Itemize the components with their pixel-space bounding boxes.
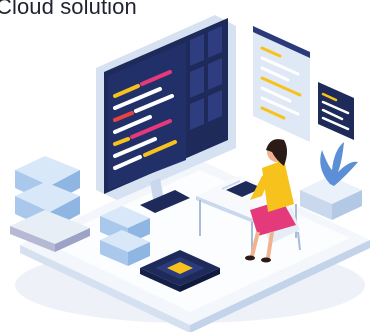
cube-stack-icon <box>10 156 90 252</box>
small-window-icon <box>318 82 354 140</box>
code-window-icon <box>253 26 310 142</box>
cloud-illustration <box>10 15 370 332</box>
plant-icon <box>300 142 362 220</box>
